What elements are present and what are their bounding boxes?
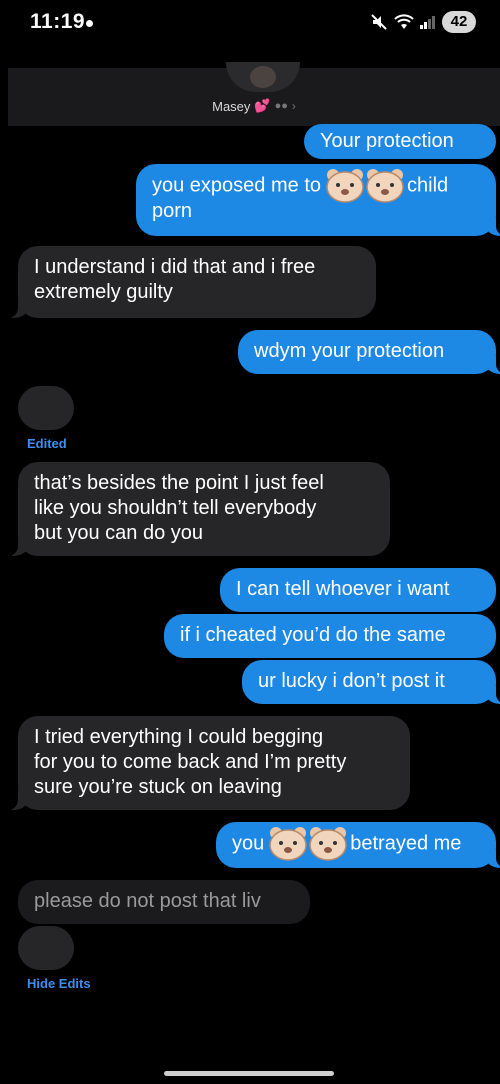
home-indicator[interactable] xyxy=(164,1071,334,1076)
hide-edits-button[interactable]: Hide Edits xyxy=(27,976,91,991)
status-bar: 11:19 42 xyxy=(0,0,500,48)
message-text: sure you’re stuck on leaving xyxy=(34,776,282,798)
bubble-tail xyxy=(8,536,30,556)
message-text: you xyxy=(232,832,265,855)
message-text: betrayed me xyxy=(350,832,462,855)
edited-label[interactable]: Edited xyxy=(27,436,67,451)
message-text: extremely guilty xyxy=(34,281,173,303)
battery-icon: 42 xyxy=(442,11,476,33)
message-bubble-sent[interactable]: if i cheated you’d do the same xyxy=(164,614,496,658)
bubble-tail xyxy=(484,848,500,868)
message-text: but you can do you xyxy=(34,522,204,544)
paw-prints-icon: ●● xyxy=(274,100,288,112)
edited-message-bubble[interactable] xyxy=(18,386,74,430)
bubble-tail xyxy=(484,216,500,236)
message-bubble-sent[interactable]: wdym your protection xyxy=(238,330,500,374)
bubble-tail xyxy=(8,298,30,318)
message-text: like you shouldn’t tell everybody xyxy=(34,497,317,519)
bubble-tail xyxy=(484,354,500,374)
avatar[interactable] xyxy=(226,62,300,92)
message-bubble-sent[interactable]: ur lucky i don’t post it xyxy=(242,660,500,704)
bear-emoji-icon xyxy=(268,825,348,861)
message-text: if i cheated you’d do the same xyxy=(180,624,446,646)
contact-name[interactable]: Masey xyxy=(212,99,250,114)
conversation-header[interactable]: Masey 💕 ●● › xyxy=(8,62,500,126)
bubble-tail xyxy=(484,684,500,704)
message-text: porn xyxy=(152,200,193,222)
contact-name-row[interactable]: Masey 💕 ●● › xyxy=(8,98,500,114)
chevron-right-icon[interactable]: › xyxy=(292,99,296,113)
message-text: ur lucky i don’t post it xyxy=(258,670,445,692)
message-bubble-sent[interactable]: Your protection xyxy=(304,124,496,159)
message-text: that’s besides the point I just feel xyxy=(34,472,324,494)
message-text: wdym your protection xyxy=(254,340,445,362)
sparkling-heart-icon: 💕 xyxy=(254,98,271,113)
message-bubble-received-previous-version[interactable]: please do not post that liv xyxy=(18,880,310,924)
status-time: 11:19 xyxy=(30,10,86,33)
bear-emoji-icon xyxy=(325,167,405,203)
message-text: I tried everything I could begging xyxy=(34,726,324,748)
wifi-icon xyxy=(394,14,414,29)
message-text: you exposed me to xyxy=(152,174,321,197)
edited-message-bubble[interactable] xyxy=(18,926,74,970)
message-text: for you to come back and I’m pretty xyxy=(34,751,347,773)
recording-dot-icon xyxy=(86,20,93,27)
message-bubble-received[interactable]: I tried everything I could begging for y… xyxy=(8,716,410,810)
mute-icon xyxy=(371,14,387,30)
message-bubble-sent[interactable]: you exposed me to child porn xyxy=(136,164,500,236)
message-text: Your protection xyxy=(320,130,454,152)
bubble-tail xyxy=(8,790,30,810)
message-bubble-sent[interactable]: I can tell whoever i want xyxy=(220,568,496,612)
message-bubble-received[interactable]: I understand i did that and i free extre… xyxy=(8,246,376,318)
message-bubble-sent[interactable]: you betrayed me xyxy=(216,822,500,868)
message-text: I can tell whoever i want xyxy=(236,578,450,600)
message-text: I understand i did that and i free xyxy=(34,256,316,278)
signal-icon xyxy=(420,16,435,29)
message-bubble-received[interactable]: that’s besides the point I just feel lik… xyxy=(8,462,390,556)
status-icons: 42 xyxy=(370,11,476,33)
message-text: child xyxy=(407,174,449,197)
message-text: please do not post that liv xyxy=(34,890,261,912)
